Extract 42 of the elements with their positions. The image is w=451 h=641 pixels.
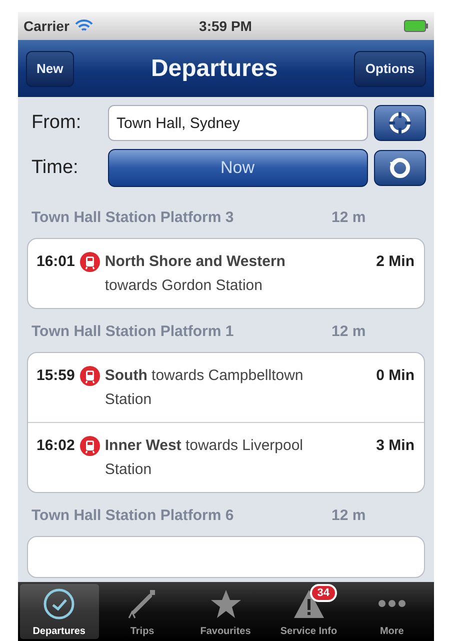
wifi-icon	[75, 19, 94, 33]
options-button[interactable]: Options	[354, 50, 426, 86]
notification-badge: 34	[310, 584, 337, 602]
star-icon	[210, 588, 242, 620]
time-label: Time:	[32, 157, 80, 179]
service-description: North Shore and Western towards Gordon Station	[104, 252, 286, 296]
train-icon	[80, 436, 100, 456]
time-button[interactable]: Now	[108, 149, 368, 187]
tab-bar-item[interactable]: Departures	[20, 584, 99, 639]
battery-icon	[404, 20, 428, 32]
crosshair-icon	[388, 111, 412, 135]
refresh-button[interactable]	[374, 150, 426, 186]
section-title: Town Hall Station Platform 1	[32, 323, 235, 340]
departure-time: 16:02	[36, 436, 75, 456]
status-time: 3:59 PM	[199, 18, 252, 34]
departure-time: 15:59	[36, 366, 75, 386]
location-button[interactable]	[374, 105, 426, 141]
service-description: Inner West towards Liverpool Station	[104, 436, 304, 480]
nav-title: Departures	[150, 54, 278, 82]
clock-icon	[43, 588, 76, 620]
minutes-due: 2 Min	[376, 252, 414, 272]
section-title: Town Hall Station Platform 3	[32, 209, 235, 226]
from-label: From:	[32, 112, 82, 134]
train-icon	[80, 252, 100, 272]
more-icon	[376, 600, 407, 607]
tab-bar-item[interactable]: Service Info 34	[269, 584, 348, 639]
refresh-icon	[388, 156, 412, 180]
section-title: Town Hall Station Platform 6	[32, 507, 235, 524]
minutes-due: 0 Min	[376, 366, 414, 386]
section-distance: 12 m	[332, 323, 366, 340]
minutes-due: 3 Min	[376, 436, 414, 456]
from-field[interactable]: Town Hall, Sydney	[108, 105, 368, 141]
train-icon	[80, 366, 100, 386]
new-button[interactable]: New	[26, 50, 74, 86]
tab-bar-item[interactable]: More	[352, 584, 432, 639]
tab-bar-item[interactable]: Trips	[102, 584, 182, 639]
departure-time: 16:01	[36, 252, 75, 272]
carrier-name: Carrier	[24, 18, 70, 34]
tab-bar-item[interactable]: Favourites	[186, 584, 266, 639]
service-description: South towards Campbelltown Station	[104, 366, 304, 410]
section-distance: 12 m	[332, 209, 366, 226]
section-distance: 12 m	[332, 507, 366, 524]
